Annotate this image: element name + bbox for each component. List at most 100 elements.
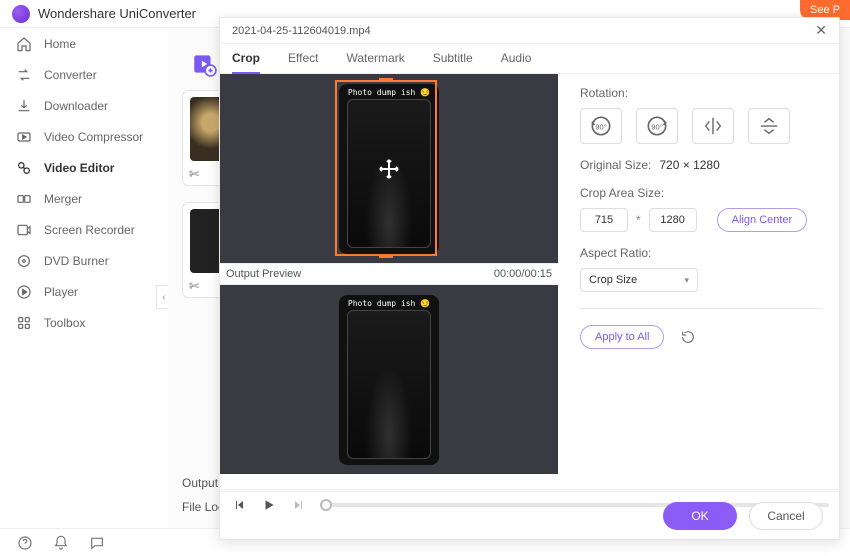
crop-width-input[interactable] — [580, 208, 628, 232]
add-media-button[interactable] — [190, 50, 218, 78]
editor-icon — [16, 160, 32, 176]
converter-icon — [16, 67, 32, 83]
sidebar-item-label: Screen Recorder — [44, 223, 135, 237]
rotation-label: Rotation: — [580, 86, 823, 100]
tab-label: Watermark — [346, 51, 404, 65]
feedback-button[interactable] — [88, 534, 106, 552]
sidebar-item-home[interactable]: Home — [0, 28, 168, 59]
output-preview: Photo dump ish 😏 — [220, 285, 558, 474]
svg-text:90°: 90° — [651, 122, 662, 131]
rotate-ccw-button[interactable]: 90° — [580, 108, 622, 144]
sidebar-item-player[interactable]: Player — [0, 276, 168, 307]
crop-rectangle[interactable] — [335, 80, 437, 256]
merger-icon — [16, 191, 32, 207]
downloader-icon — [16, 98, 32, 114]
aspect-ratio-label: Aspect Ratio: — [580, 246, 823, 260]
ok-label: OK — [691, 509, 708, 523]
sidebar: Home Converter Downloader Video Compress… — [0, 28, 168, 528]
original-size-row: Original Size: 720 × 1280 — [580, 158, 823, 172]
see-plans-label: See P — [810, 4, 840, 16]
controls-panel: Rotation: 90° 90° Original Size: 720 × 1… — [558, 74, 839, 489]
apply-to-all-button[interactable]: Apply to All — [580, 325, 664, 349]
crop-handle-bottom[interactable] — [379, 254, 393, 258]
recorder-icon — [16, 222, 32, 238]
flip-horizontal-button[interactable] — [692, 108, 734, 144]
sidebar-item-merger[interactable]: Merger — [0, 183, 168, 214]
flip-vertical-button[interactable] — [748, 108, 790, 144]
sidebar-item-label: Downloader — [44, 99, 108, 113]
ok-button[interactable]: OK — [663, 502, 737, 530]
toolbox-icon — [16, 315, 32, 331]
cancel-button[interactable]: Cancel — [749, 502, 823, 530]
video-frame: Photo dump ish 😏 — [339, 295, 439, 465]
app-logo-icon — [12, 5, 30, 23]
sidebar-item-label: Home — [44, 37, 76, 51]
sidebar-item-burner[interactable]: DVD Burner — [0, 245, 168, 276]
tab-watermark[interactable]: Watermark — [346, 44, 404, 74]
scissors-icon[interactable]: ✄ — [189, 279, 199, 293]
video-overlay-text: Photo dump ish 😏 — [339, 295, 439, 310]
dialog-footer: OK Cancel — [220, 491, 839, 539]
chevron-left-icon: ‹ — [162, 292, 165, 303]
sidebar-item-editor[interactable]: Video Editor — [0, 152, 168, 183]
tab-label: Effect — [288, 51, 318, 65]
app-title: Wondershare UniConverter — [38, 6, 196, 21]
sidebar-item-label: Video Editor — [44, 161, 114, 175]
tab-label: Audio — [501, 51, 532, 65]
player-icon — [16, 284, 32, 300]
apply-row: Apply to All — [580, 325, 823, 349]
sidebar-item-label: Player — [44, 285, 78, 299]
sidebar-item-toolbox[interactable]: Toolbox — [0, 307, 168, 338]
tab-audio[interactable]: Audio — [501, 44, 532, 74]
aspect-ratio-value: Crop Size — [589, 274, 637, 286]
multiply-icon: * — [636, 213, 641, 227]
burner-icon — [16, 253, 32, 269]
compressor-icon — [16, 129, 32, 145]
sidebar-item-downloader[interactable]: Downloader — [0, 90, 168, 121]
dialog-title: 2021-04-25-112604019.mp4 — [232, 25, 371, 37]
crop-dialog: 2021-04-25-112604019.mp4 ✕ Crop Effect W… — [219, 17, 840, 540]
tab-label: Crop — [232, 51, 260, 65]
cancel-label: Cancel — [767, 509, 804, 523]
crop-handle-top[interactable] — [379, 78, 393, 82]
svg-text:90°: 90° — [595, 122, 606, 131]
sidebar-item-converter[interactable]: Converter — [0, 59, 168, 90]
dialog-header: 2021-04-25-112604019.mp4 ✕ — [220, 18, 839, 44]
original-size-label: Original Size: — [580, 158, 651, 172]
sidebar-item-compressor[interactable]: Video Compressor — [0, 121, 168, 152]
tab-label: Subtitle — [433, 51, 473, 65]
dialog-tabs: Crop Effect Watermark Subtitle Audio — [220, 44, 839, 74]
sidebar-item-label: Merger — [44, 192, 82, 206]
aspect-ratio-select[interactable]: Crop Size ▾ — [580, 268, 698, 292]
reset-icon — [680, 329, 696, 345]
original-size-value: 720 × 1280 — [659, 158, 719, 172]
scissors-icon[interactable]: ✄ — [189, 167, 199, 181]
sidebar-item-label: Converter — [44, 68, 97, 82]
chevron-down-icon: ▾ — [684, 275, 689, 286]
align-center-label: Align Center — [732, 214, 793, 226]
source-preview[interactable]: Photo dump ish 😏 — [220, 74, 558, 263]
rotate-cw-button[interactable]: 90° — [636, 108, 678, 144]
help-button[interactable] — [16, 534, 34, 552]
notifications-button[interactable] — [52, 534, 70, 552]
sidebar-item-label: DVD Burner — [44, 254, 109, 268]
tab-effect[interactable]: Effect — [288, 44, 318, 74]
tab-crop[interactable]: Crop — [232, 44, 260, 74]
sidebar-item-recorder[interactable]: Screen Recorder — [0, 214, 168, 245]
align-center-button[interactable]: Align Center — [717, 208, 808, 232]
preview-time: 00:00/00:15 — [494, 268, 552, 280]
crop-height-input[interactable] — [649, 208, 697, 232]
preview-column: Photo dump ish 😏 Output Preview 00:00/00… — [220, 74, 558, 489]
rotation-row: 90° 90° — [580, 108, 823, 144]
crop-area-label: Crop Area Size: — [580, 186, 823, 200]
tab-subtitle[interactable]: Subtitle — [433, 44, 473, 74]
preview-label-row: Output Preview 00:00/00:15 — [220, 263, 558, 285]
reset-button[interactable] — [678, 327, 698, 347]
close-button[interactable]: ✕ — [815, 22, 827, 39]
home-icon — [16, 36, 32, 52]
crop-size-row: * Align Center — [580, 208, 823, 232]
output-preview-label: Output Preview — [226, 268, 301, 280]
close-icon: ✕ — [815, 22, 827, 38]
apply-to-all-label: Apply to All — [595, 331, 649, 343]
sidebar-item-label: Video Compressor — [44, 130, 143, 144]
